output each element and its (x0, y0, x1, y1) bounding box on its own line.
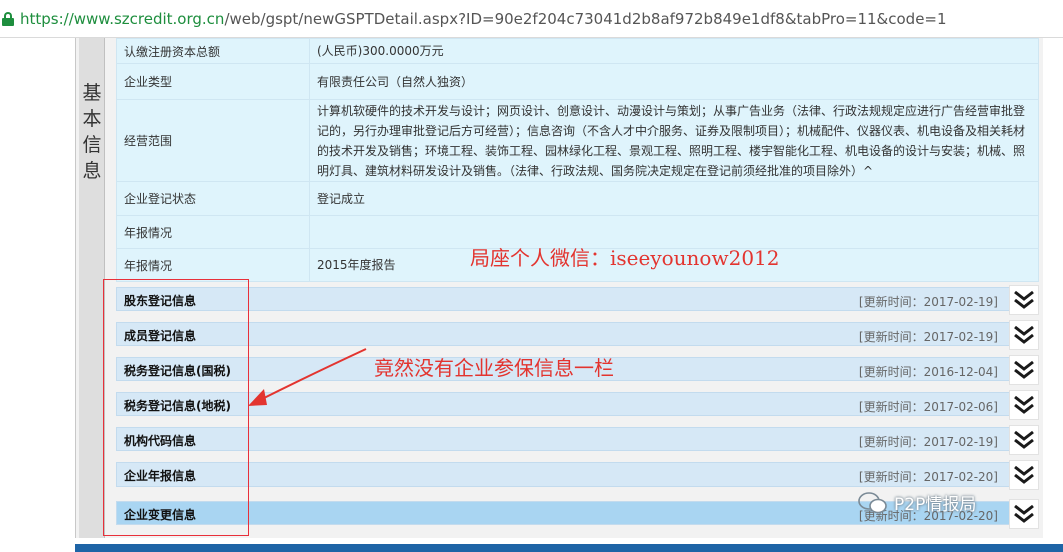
side-tab-basic-info[interactable]: 基 本 信 息 (79, 38, 105, 538)
section-updated-time: [更新时间：2017-02-19] (858, 295, 998, 309)
row-value: 有限责任公司（自然人独资） (309, 63, 1039, 100)
expand-chevron-icon[interactable] (1009, 390, 1039, 420)
expand-chevron-icon[interactable] (1009, 425, 1039, 455)
section-updated-time: [更新时间：2016-12-04] (858, 365, 998, 379)
section-annual-report[interactable]: 企业年报信息 [更新时间：2017-02-20] (116, 460, 1039, 490)
address-bar[interactable]: https://www.szcredit.org.cn/web/gspt/new… (0, 0, 1063, 38)
page-content: 基 本 信 息 认缴注册资本总额 (人民币)300.0000万元 企业类型 有限… (0, 38, 1063, 552)
expand-chevron-icon[interactable] (1009, 460, 1039, 490)
side-char-1: 基 (82, 82, 102, 104)
url-text[interactable]: https://www.szcredit.org.cn/web/gspt/new… (20, 10, 947, 28)
row-label: 年报情况 (116, 248, 310, 282)
expand-chevron-icon[interactable] (1009, 499, 1039, 529)
row-label: 企业类型 (116, 63, 310, 100)
section-updated-time: [更新时间：2017-02-19] (858, 435, 998, 449)
annotation-arrow-icon (248, 348, 367, 406)
row-label: 经营范围 (116, 99, 310, 182)
wechat-icon (858, 491, 887, 513)
section-updated-time: [更新时间：2017-02-19] (858, 330, 998, 344)
expand-chevron-icon[interactable] (1009, 355, 1039, 385)
annotation-wechat: 局座个人微信：iseeyounow2012 (470, 246, 780, 270)
watermark-text: P2P情报局 (894, 495, 977, 515)
side-char-3: 信 (82, 134, 102, 156)
expand-chevron-icon[interactable] (1009, 285, 1039, 315)
annotation-highlight-box (103, 279, 249, 536)
section-updated-time: [更新时间：2017-02-20] (858, 470, 998, 484)
section-organization-code[interactable]: 机构代码信息 [更新时间：2017-02-19] (116, 425, 1039, 455)
expand-chevron-icon[interactable] (1009, 320, 1039, 350)
row-label: 认缴注册资本总额 (116, 38, 310, 64)
side-char-4: 息 (82, 160, 102, 182)
section-updated-time: [更新时间：2017-02-06] (858, 400, 998, 414)
row-value: (人民币)300.0000万元 (309, 38, 1039, 64)
section-member-registration[interactable]: 成员登记信息 [更新时间：2017-02-19] (116, 320, 1039, 350)
footer-bar (75, 544, 1063, 552)
lock-icon (2, 11, 14, 26)
annotation-missing-insurance: 竟然没有企业参保信息一栏 (374, 356, 614, 380)
table-row: 企业登记状态 登记成立 (116, 181, 1039, 216)
row-label: 年报情况 (116, 215, 310, 249)
watermark: P2P情报局 (858, 490, 976, 515)
row-label: 企业登记状态 (116, 181, 310, 216)
row-value: 计算机软硬件的技术开发与设计；网页设计、创意设计、动漫设计与策划；从事广告业务（… (309, 99, 1039, 182)
section-shareholder-registration[interactable]: 股东登记信息 [更新时间：2017-02-19] (116, 285, 1039, 315)
table-row: 经营范围 计算机软硬件的技术开发与设计；网页设计、创意设计、动漫设计与策划；从事… (116, 99, 1039, 182)
row-value: 登记成立 (309, 181, 1039, 216)
table-row: 企业类型 有限责任公司（自然人独资） (116, 63, 1039, 100)
table-row: 认缴注册资本总额 (人民币)300.0000万元 (116, 38, 1039, 64)
side-tab-label: 基 本 信 息 (79, 80, 105, 184)
side-char-2: 本 (82, 108, 102, 130)
